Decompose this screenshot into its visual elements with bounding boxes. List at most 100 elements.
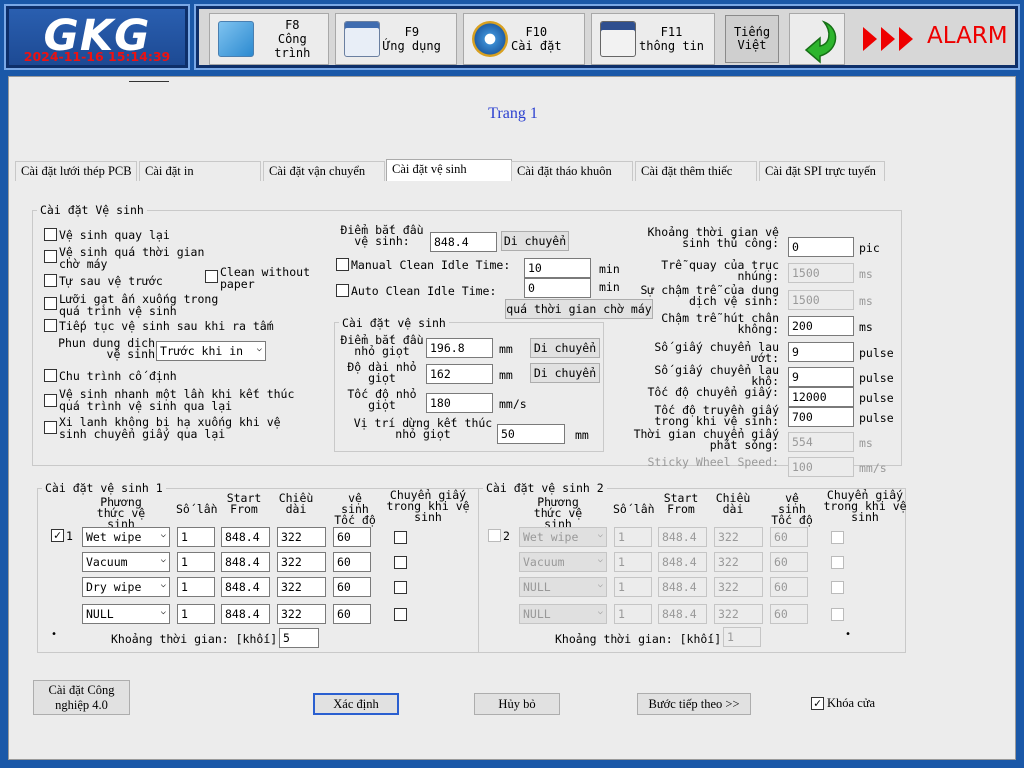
count-input: 1 bbox=[614, 552, 652, 572]
manual-idle-input[interactable]: 10 bbox=[524, 258, 591, 278]
continue-after-board-checkbox[interactable] bbox=[44, 319, 57, 332]
reverse-clean-checkbox[interactable] bbox=[44, 228, 57, 241]
f9-button[interactable]: F9 Ứng dụng bbox=[335, 13, 457, 65]
tab-spi-online[interactable]: Cài đặt SPI trực tuyến bbox=[759, 161, 885, 181]
start-input[interactable]: 848.4 bbox=[221, 577, 270, 597]
self-clean-checkbox[interactable] bbox=[44, 274, 57, 287]
idle-timeout-clean-checkbox[interactable] bbox=[44, 250, 57, 263]
f8-button[interactable]: F8 Công trình bbox=[209, 13, 329, 65]
quick-clean-checkbox[interactable] bbox=[44, 394, 57, 407]
count-input[interactable]: 1 bbox=[177, 552, 215, 572]
method-select[interactable]: Vacuum ⌵ bbox=[82, 552, 170, 572]
next-step-button[interactable]: Bước tiếp theo >> bbox=[637, 693, 751, 715]
tab-transport[interactable]: Cài đặt vận chuyển bbox=[263, 161, 385, 181]
f11-button[interactable]: F11 thông tin bbox=[591, 13, 715, 65]
squeegee-press-checkbox[interactable] bbox=[44, 297, 57, 310]
method-select[interactable]: NULL ⌵ bbox=[82, 604, 170, 624]
f10-button[interactable]: F10 Cài đặt bbox=[463, 13, 585, 65]
start-input[interactable]: 848.4 bbox=[221, 604, 270, 624]
right-setting-input[interactable]: 12000 bbox=[788, 387, 854, 407]
cancel-button[interactable]: Hủy bỏ bbox=[474, 693, 560, 715]
right-setting-unit: pic bbox=[859, 241, 880, 255]
method-value: Vacuum bbox=[523, 555, 565, 569]
tab-cleaning[interactable]: Cài đặt vệ sinh bbox=[386, 159, 512, 181]
count-input[interactable]: 1 bbox=[177, 527, 215, 547]
drip-stop-input[interactable]: 50 bbox=[497, 424, 565, 444]
drip-start-move-button[interactable]: Di chuyển bbox=[530, 338, 600, 358]
cylinder-no-lower-checkbox[interactable] bbox=[44, 421, 57, 434]
count-input[interactable]: 1 bbox=[177, 577, 215, 597]
confirm-button[interactable]: Xác định bbox=[313, 693, 399, 715]
right-setting-label: Số giấy chuyển lau khô: bbox=[654, 363, 779, 388]
method-select[interactable]: Dry wipe ⌵ bbox=[82, 577, 170, 597]
length-input[interactable]: 322 bbox=[277, 552, 326, 572]
speed-input[interactable]: 60 bbox=[333, 552, 371, 572]
drip-length-move-button[interactable]: Di chuyển bbox=[530, 363, 600, 383]
right-setting-input[interactable]: 200 bbox=[788, 316, 854, 336]
right-setting-unit: pulse bbox=[859, 346, 894, 360]
drip-speed-input[interactable]: 180 bbox=[426, 393, 493, 413]
table-enable-checkbox[interactable] bbox=[51, 529, 64, 542]
quick-clean-label: Vệ sinh nhanh một lần khi kết thúc quá t… bbox=[59, 387, 295, 413]
t1-interval-input[interactable]: 5 bbox=[279, 628, 319, 648]
count-input[interactable]: 1 bbox=[177, 604, 215, 624]
drip-length-label: Độ dài nhỏ giọt bbox=[347, 360, 417, 385]
toolbar: F8 Công trình F9 Ứng dụng F10 Cài đặt F11 th… bbox=[194, 4, 1020, 70]
method-value: Dry wipe bbox=[86, 580, 142, 594]
drip-start-input[interactable]: 196.8 bbox=[426, 338, 493, 358]
tab-pcb-stencil[interactable]: Cài đặt lưới thép PCB bbox=[15, 161, 137, 181]
drip-length-input[interactable]: 162 bbox=[426, 364, 493, 384]
transfer-checkbox[interactable] bbox=[394, 556, 407, 569]
speed-input[interactable]: 60 bbox=[333, 527, 371, 547]
door-lock-checkbox[interactable] bbox=[811, 697, 824, 710]
spray-timing-select[interactable]: Trước khi in ⌵ bbox=[156, 341, 266, 361]
length-input[interactable]: 322 bbox=[277, 577, 326, 597]
start-input[interactable]: 848.4 bbox=[221, 552, 270, 572]
info-card-icon bbox=[600, 21, 636, 57]
speed-input: 60 bbox=[770, 577, 808, 597]
method-select: Wet wipe ⌵ bbox=[519, 527, 607, 547]
header-count: Số lần bbox=[176, 502, 218, 516]
transfer-checkbox[interactable] bbox=[394, 531, 407, 544]
manual-idle-label: Manual Clean Idle Time: bbox=[351, 258, 511, 272]
transfer-checkbox[interactable] bbox=[394, 581, 407, 594]
length-input[interactable]: 322 bbox=[277, 604, 326, 624]
gear-icon bbox=[472, 21, 508, 57]
alarm-arrows-icon bbox=[863, 27, 913, 51]
method-select[interactable]: Wet wipe ⌵ bbox=[82, 527, 170, 547]
auto-idle-checkbox[interactable] bbox=[336, 284, 349, 297]
alarm-indicator[interactable]: ALARM bbox=[927, 23, 1008, 49]
right-setting-input[interactable]: 700 bbox=[788, 407, 854, 427]
header-start: Start From bbox=[663, 491, 699, 516]
tab-print[interactable]: Cài đặt in bbox=[139, 161, 261, 181]
clean-start-input[interactable]: 848.4 bbox=[430, 232, 497, 252]
right-setting-input[interactable]: 9 bbox=[788, 342, 854, 362]
f9-label: Ứng dụng bbox=[383, 39, 441, 53]
header-method: Phương thức vệ sinh bbox=[533, 495, 583, 531]
undo-button[interactable] bbox=[789, 13, 845, 65]
speed-input[interactable]: 60 bbox=[333, 604, 371, 624]
right-setting-input[interactable]: 0 bbox=[788, 237, 854, 257]
header-length: Chiều dài bbox=[715, 491, 751, 516]
application-icon bbox=[344, 21, 380, 57]
tab-demold[interactable]: Cài đặt tháo khuôn bbox=[511, 161, 633, 181]
fixed-cycle-checkbox[interactable] bbox=[44, 369, 57, 382]
count-input: 1 bbox=[614, 527, 652, 547]
speed-input[interactable]: 60 bbox=[333, 577, 371, 597]
right-setting-input: 1500 bbox=[788, 263, 854, 283]
right-setting-input[interactable]: 9 bbox=[788, 367, 854, 387]
industry-4-button[interactable]: Cài đặt Công nghiệp 4.0 bbox=[33, 680, 130, 715]
right-setting-label: Chậm trễ hút chân không: bbox=[661, 311, 779, 336]
length-input[interactable]: 322 bbox=[277, 527, 326, 547]
right-setting-input: 100 bbox=[788, 457, 854, 477]
auto-idle-input[interactable]: 0 bbox=[524, 278, 591, 298]
tab-add-solder[interactable]: Cài đặt thêm thiếc bbox=[635, 161, 757, 181]
self-clean-label: Tự sau vệ trước bbox=[59, 274, 163, 288]
language-button[interactable]: Tiếng Việt bbox=[725, 15, 779, 63]
start-input: 848.4 bbox=[658, 527, 707, 547]
move-button[interactable]: Di chuyển bbox=[501, 231, 569, 251]
manual-idle-checkbox[interactable] bbox=[336, 258, 349, 271]
clean-without-paper-checkbox[interactable] bbox=[205, 270, 218, 283]
transfer-checkbox[interactable] bbox=[394, 608, 407, 621]
start-input[interactable]: 848.4 bbox=[221, 527, 270, 547]
